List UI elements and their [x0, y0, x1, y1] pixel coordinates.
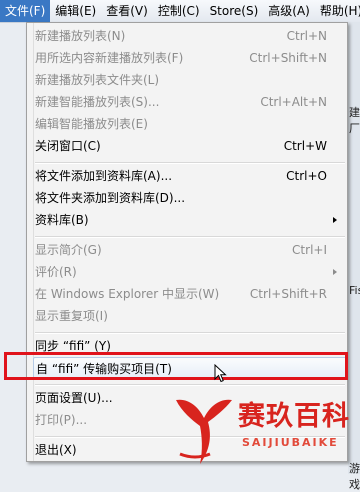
menu-item-new-playlist-folder[interactable]: 新建播放列表文件夹(L) — [33, 69, 347, 91]
menu-item-label: 页面设置(U)... — [35, 391, 113, 405]
menu-item-label: 退出(X) — [35, 443, 77, 457]
menu-separator — [35, 332, 345, 334]
menu-edit[interactable]: 编辑(E) — [50, 0, 101, 22]
menu-item-library[interactable]: 资料库(B) — [33, 209, 347, 231]
menu-item-label: 将文件添加到资料库(A)... — [35, 169, 173, 183]
menu-item-label: 用所选内容新建播放列表(F) — [35, 51, 184, 65]
menu-item-label: 同步 “fifi” (Y) — [35, 339, 111, 353]
menu-item-label: 评价(R) — [35, 265, 77, 279]
menu-item-new-playlist-from-selection[interactable]: 用所选内容新建播放列表(F) Ctrl+Shift+N — [33, 47, 347, 69]
watermark: 赛玖百科 SAIJIUBAIKE — [168, 392, 350, 474]
whale-tail-logo-icon — [176, 399, 232, 464]
menu-item-new-smart-playlist[interactable]: 新建智能播放列表(S)... Ctrl+Alt+N — [33, 91, 347, 113]
menu-item-show-in-explorer[interactable]: 在 Windows Explorer 中显示(W) Ctrl+Shift+R — [33, 283, 347, 305]
menu-advanced[interactable]: 高级(A) — [263, 0, 315, 22]
menu-item-label: 打印(P)... — [35, 413, 88, 427]
menu-item-shortcut: Ctrl+W — [283, 139, 327, 153]
menu-file[interactable]: 文件(F) — [0, 0, 51, 22]
menu-item-label: 显示简介(G) — [35, 243, 102, 257]
menu-item-label: 资料库(B) — [35, 213, 89, 227]
menu-item-label: 自 “fifi” 传输购买项目(T) — [36, 362, 172, 376]
menu-item-shortcut: Ctrl+N — [286, 29, 327, 43]
menu-separator — [35, 162, 345, 164]
menu-item-shortcut: Ctrl+Shift+R — [249, 287, 327, 301]
menu-item-shortcut: Ctrl+Shift+N — [249, 51, 327, 65]
menu-item-transfer-purchases[interactable]: 自 “fifi” 传输购买项目(T) — [33, 357, 347, 379]
menu-item-show-duplicates[interactable]: 显示重复项(I) — [33, 305, 347, 327]
menu-item-label: 新建智能播放列表(S)... — [35, 95, 160, 109]
menu-item-sync-device[interactable]: 同步 “fifi” (Y) — [33, 335, 347, 357]
menu-separator — [35, 384, 345, 386]
menu-item-label: 新建播放列表文件夹(L) — [35, 73, 160, 87]
menu-view[interactable]: 查看(V) — [101, 0, 153, 22]
menu-item-label: 编辑智能播放列表(E) — [35, 117, 148, 131]
menu-item-label: 关闭窗口(C) — [35, 139, 101, 153]
menu-item-add-file-to-library[interactable]: 将文件添加到资料库(A)... Ctrl+O — [33, 165, 347, 187]
menu-item-edit-smart-playlist[interactable]: 编辑智能播放列表(E) — [33, 113, 347, 135]
menu-item-shortcut: Ctrl+Alt+N — [260, 95, 327, 109]
menu-help[interactable]: 帮助(H) — [315, 0, 360, 22]
watermark-subtitle: SAIJIUBAIKE — [242, 436, 339, 449]
menu-controls[interactable]: 控制(C) — [153, 0, 205, 22]
submenu-arrow-icon — [333, 269, 337, 275]
menu-item-rating[interactable]: 评价(R) — [33, 261, 347, 283]
menu-item-shortcut: Ctrl+I — [292, 243, 327, 257]
menu-store[interactable]: Store(S) — [205, 0, 264, 22]
background-text: Fis — [349, 284, 360, 297]
menu-bar: 文件(F) 编辑(E) 查看(V) 控制(C) Store(S) 高级(A) 帮… — [0, 0, 360, 23]
watermark-title: 赛玖百科 — [238, 401, 350, 432]
background-text: 建厂 — [349, 106, 360, 135]
menu-item-shortcut: Ctrl+O — [286, 169, 327, 183]
menu-item-new-playlist[interactable]: 新建播放列表(N) Ctrl+N — [33, 25, 347, 47]
menu-item-label: 显示重复项(I) — [35, 309, 108, 323]
menu-item-label: 将文件夹添加到资料库(D)... — [35, 191, 186, 205]
menu-item-add-folder-to-library[interactable]: 将文件夹添加到资料库(D)... — [33, 187, 347, 209]
menu-separator — [35, 236, 345, 238]
menu-item-get-info[interactable]: 显示简介(G) Ctrl+I — [33, 239, 347, 261]
background-text: 游戏 — [349, 462, 360, 491]
menu-item-label: 在 Windows Explorer 中显示(W) — [35, 287, 220, 301]
menu-item-close-window[interactable]: 关闭窗口(C) Ctrl+W — [33, 135, 347, 157]
submenu-arrow-icon — [333, 217, 337, 223]
menu-item-label: 新建播放列表(N) — [35, 29, 126, 43]
mouse-cursor-icon — [214, 364, 227, 383]
